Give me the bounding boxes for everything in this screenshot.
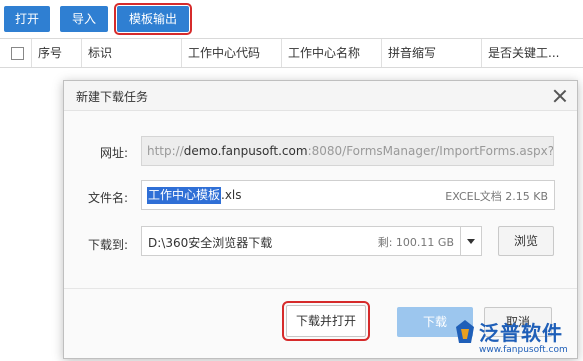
select-all-cell [0, 39, 32, 67]
filename-label: 文件名: [87, 191, 128, 205]
url-rest: :8080/FormsManager/ImportForms.aspx?Fo [307, 144, 554, 158]
filename-extension: .xls [221, 188, 242, 202]
url-prefix: http:// [147, 144, 184, 158]
dialog-divider [64, 288, 577, 289]
saveto-dropdown-button[interactable] [460, 226, 482, 256]
brand-logo-icon [456, 320, 474, 343]
grid-header: 序号 标识 工作中心代码 工作中心名称 拼音缩写 是否关键工... [0, 38, 583, 68]
open-button[interactable]: 打开 [4, 6, 50, 32]
column-header-code[interactable]: 工作中心代码 [182, 39, 282, 67]
saveto-label: 下载到: [87, 238, 128, 252]
column-header-key[interactable]: 是否关键工... [482, 39, 583, 67]
watermark-url: www.fanpusoft.com [479, 345, 568, 355]
saveto-path: D:\360安全浏览器下载 [148, 236, 273, 250]
url-field: http://demo.fanpusoft.com:8080/FormsMana… [141, 136, 554, 166]
select-all-checkbox[interactable] [11, 47, 24, 60]
filename-input[interactable]: 工作中心模板 .xls EXCEL文档 2.15 KB [141, 180, 555, 210]
filename-selected-text: 工作中心模板 [147, 187, 222, 204]
toolbar: 打开 导入 模板输出 [0, 0, 583, 36]
dialog-titlebar: 新建下载任务 [64, 81, 577, 111]
free-space: 剩: 100.11 GB [377, 236, 454, 249]
import-button[interactable]: 导入 [60, 6, 108, 32]
file-type-size: EXCEL文档 2.15 KB [445, 190, 548, 203]
column-header-pinyin[interactable]: 拼音缩写 [382, 39, 482, 67]
column-header-mark[interactable]: 标识 [82, 39, 182, 67]
download-and-open-button[interactable]: 下载并打开 [282, 301, 370, 341]
close-icon[interactable] [553, 89, 567, 103]
column-header-seq[interactable]: 序号 [32, 39, 82, 67]
url-label: 网址: [99, 146, 128, 160]
watermark-brand: 泛普软件 [479, 321, 563, 345]
watermark-logo: 泛普软件 www.fanpusoft.com [455, 317, 583, 361]
saveto-path-field[interactable]: D:\360安全浏览器下载 剩: 100.11 GB [141, 226, 461, 256]
browse-button[interactable]: 浏览 [498, 226, 554, 256]
column-header-name[interactable]: 工作中心名称 [282, 39, 382, 67]
template-export-button[interactable]: 模板输出 [114, 3, 192, 35]
dialog-title: 新建下载任务 [76, 90, 149, 104]
url-host: demo.fanpusoft.com [183, 144, 308, 158]
